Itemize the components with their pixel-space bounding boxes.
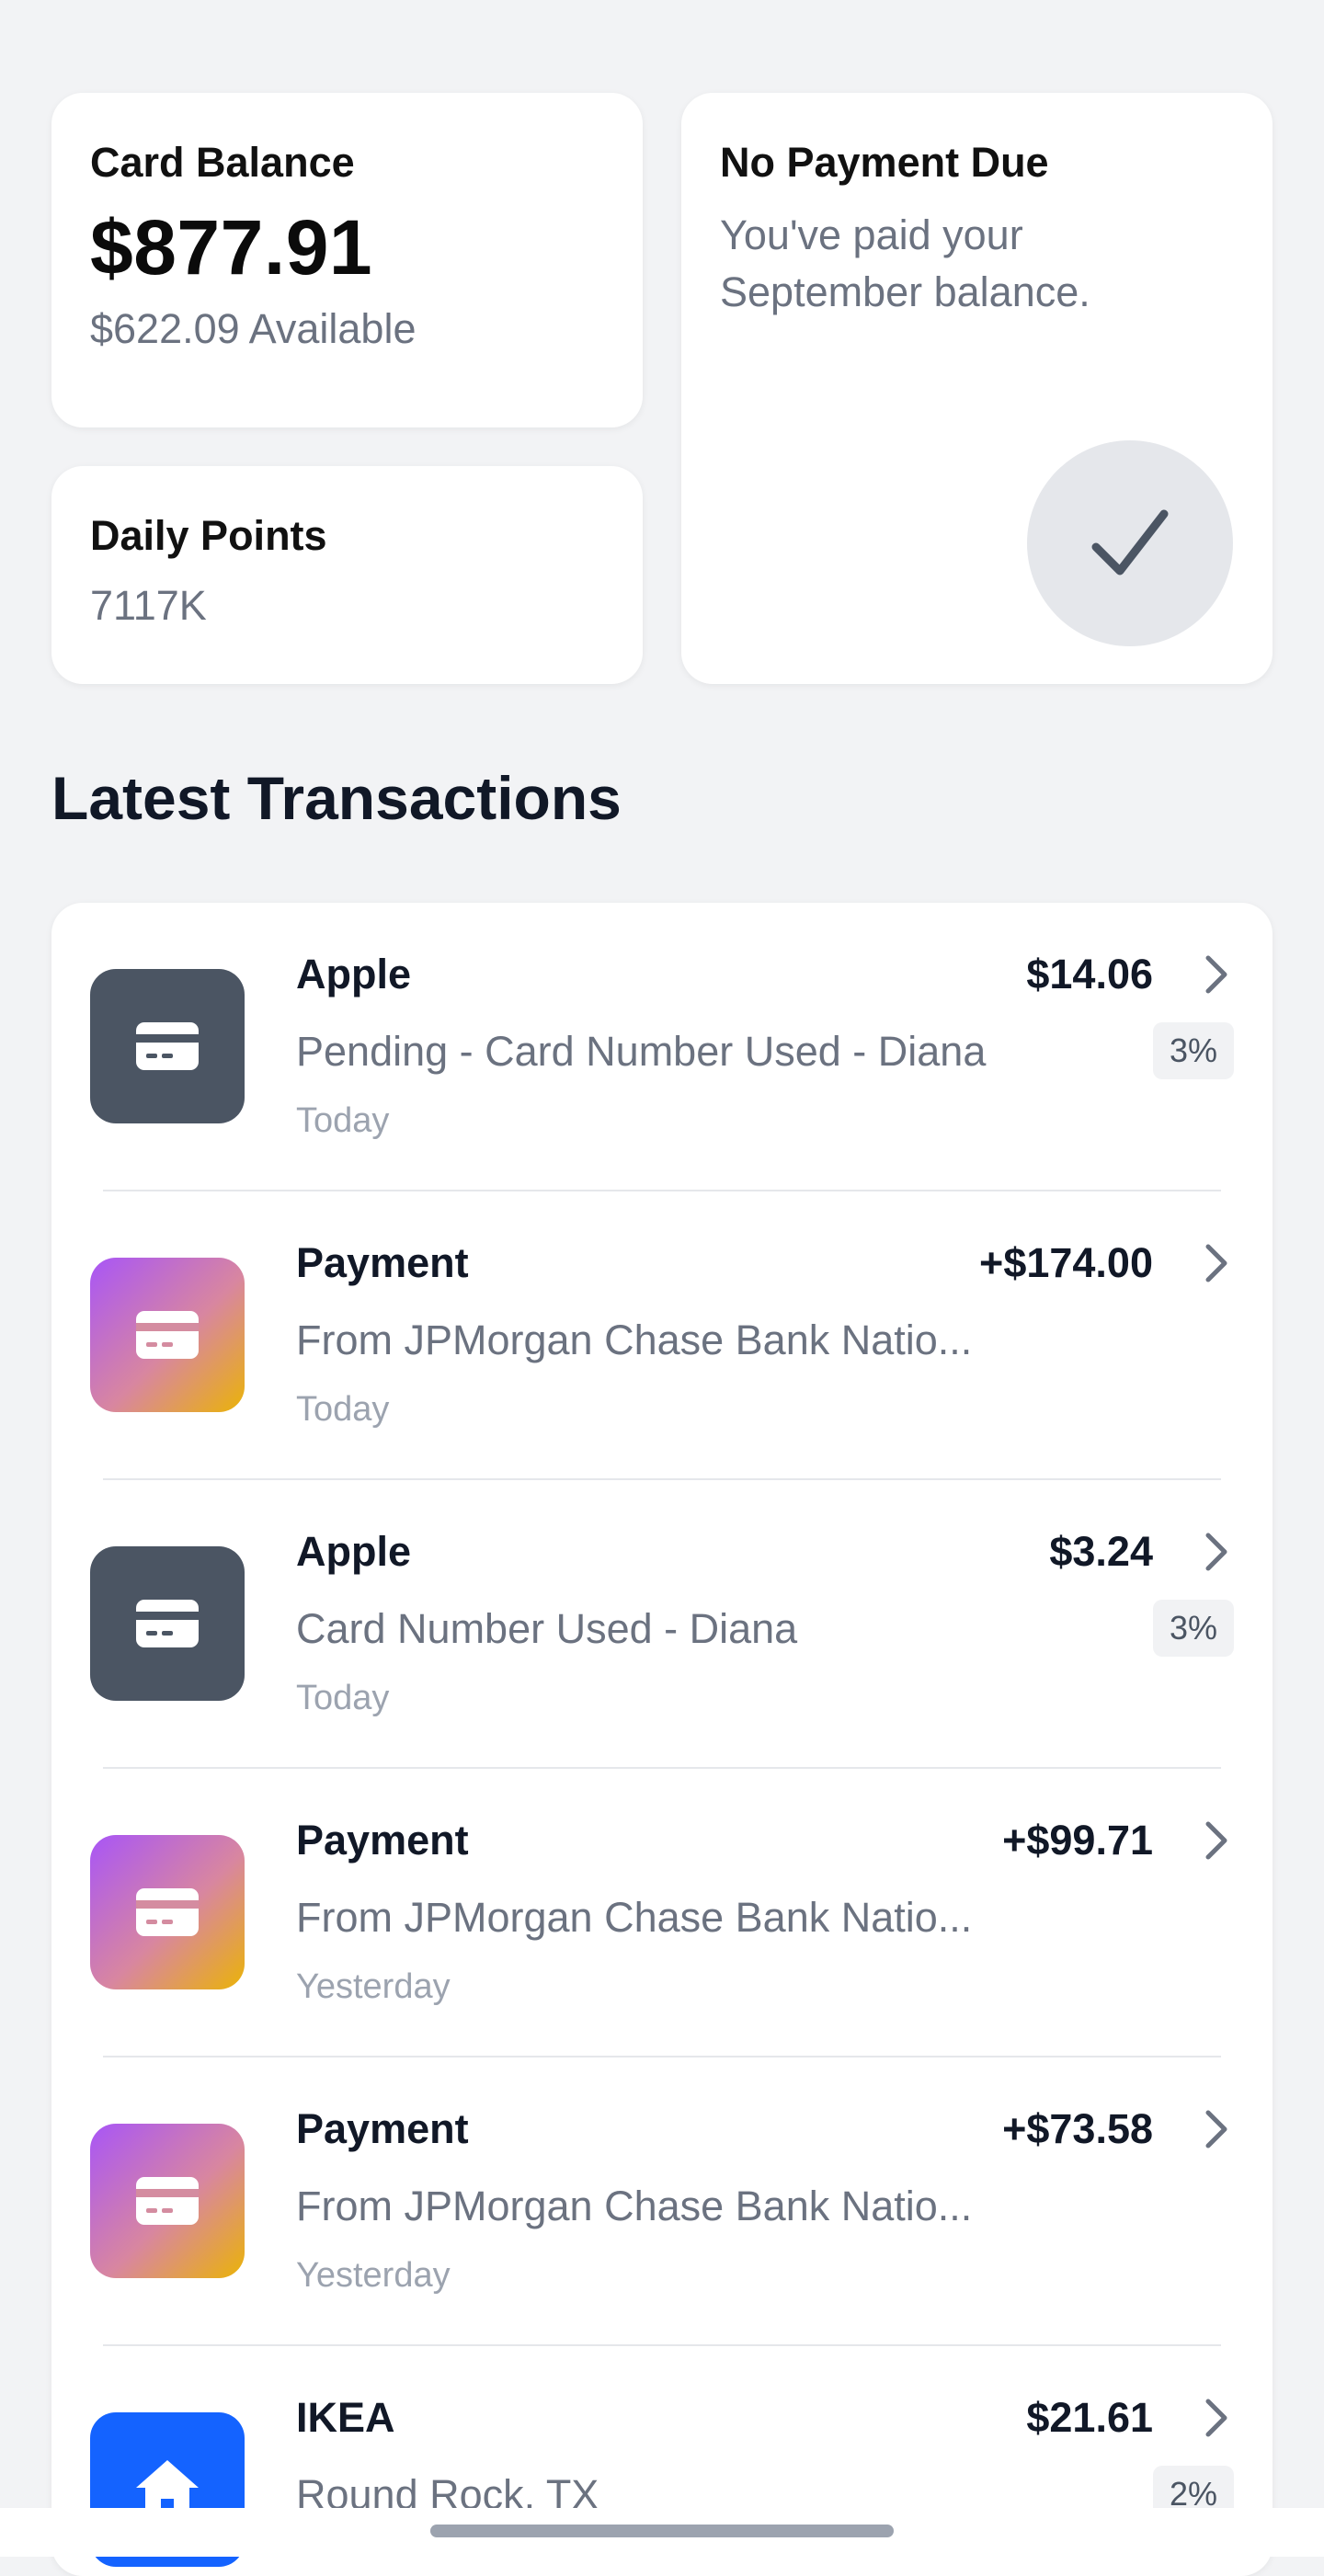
- payment-due-message: You've paid your September balance.: [720, 211, 1090, 315]
- transaction-amount: +$99.71: [1002, 1817, 1153, 1864]
- transaction-merchant: Payment: [296, 1817, 469, 1864]
- transaction-amount: $14.06: [1026, 951, 1153, 997]
- home-indicator[interactable]: [430, 2525, 894, 2537]
- transaction-row[interactable]: Apple $3.24 Card Number Used - Diana Tod…: [51, 1480, 1273, 1769]
- chevron-right-icon[interactable]: [1197, 952, 1234, 997]
- card-icon: [90, 2124, 245, 2278]
- card-icon: [90, 1835, 245, 1989]
- card-balance-amount: $877.91: [90, 204, 373, 291]
- card-balance-card[interactable]: Card Balance $877.91 $622.09 Available: [51, 93, 643, 427]
- daily-points-title: Daily Points: [90, 512, 327, 559]
- transaction-description: Card Number Used - Diana: [296, 1605, 798, 1652]
- chevron-right-icon[interactable]: [1197, 2107, 1234, 2151]
- transaction-merchant: Apple: [296, 951, 412, 997]
- transaction-description: From JPMorgan Chase Bank Natio...: [296, 1894, 973, 1941]
- payment-due-title: No Payment Due: [720, 139, 1049, 186]
- transaction-amount: $3.24: [1049, 1528, 1153, 1575]
- transactions-list: Apple $14.06 Pending - Card Number Used …: [51, 903, 1273, 2576]
- transaction-description: From JPMorgan Chase Bank Natio...: [296, 2183, 973, 2229]
- transaction-merchant: Payment: [296, 1239, 469, 1286]
- cashback-badge: 3%: [1152, 1600, 1234, 1657]
- transaction-amount: $21.61: [1026, 2394, 1153, 2441]
- transaction-date: Yesterday: [296, 2256, 451, 2295]
- chevron-right-icon[interactable]: [1197, 1241, 1234, 1285]
- latest-transactions-heading: Latest Transactions: [51, 764, 622, 832]
- card-balance-title: Card Balance: [90, 139, 355, 186]
- transaction-row[interactable]: Apple $14.06 Pending - Card Number Used …: [51, 903, 1273, 1191]
- transaction-date: Today: [296, 1679, 390, 1717]
- daily-points-value: 7117K: [90, 582, 207, 629]
- transaction-amount: +$73.58: [1002, 2105, 1153, 2152]
- chevron-right-icon[interactable]: [1197, 1818, 1234, 1863]
- card-icon: [90, 1258, 245, 1412]
- transaction-amount: +$174.00: [979, 1239, 1153, 1286]
- transaction-date: Today: [296, 1390, 390, 1429]
- payment-due-card[interactable]: No Payment Due You've paid your Septembe…: [681, 93, 1273, 684]
- transaction-merchant: Payment: [296, 2105, 469, 2152]
- card-icon: [90, 1546, 245, 1701]
- available-credit: $622.09 Available: [90, 305, 417, 352]
- cashback-badge: 3%: [1152, 1022, 1234, 1079]
- transaction-row[interactable]: Payment +$99.71 From JPMorgan Chase Bank…: [51, 1769, 1273, 2057]
- chevron-right-icon[interactable]: [1197, 1530, 1234, 1574]
- chevron-right-icon[interactable]: [1197, 2396, 1234, 2440]
- transaction-date: Yesterday: [296, 1967, 451, 2006]
- transaction-row[interactable]: Payment +$73.58 From JPMorgan Chase Bank…: [51, 2057, 1273, 2346]
- transaction-description: From JPMorgan Chase Bank Natio...: [296, 1316, 973, 1363]
- daily-points-card[interactable]: Daily Points 7117K: [51, 466, 643, 684]
- transaction-date: Today: [296, 1101, 390, 1140]
- card-icon: [90, 969, 245, 1123]
- transaction-merchant: Apple: [296, 1528, 412, 1575]
- transaction-description: Pending - Card Number Used - Diana: [296, 1028, 987, 1075]
- checkmark-icon: [1027, 440, 1233, 646]
- transaction-row[interactable]: Payment +$174.00 From JPMorgan Chase Ban…: [51, 1191, 1273, 1480]
- transaction-merchant: IKEA: [296, 2394, 395, 2441]
